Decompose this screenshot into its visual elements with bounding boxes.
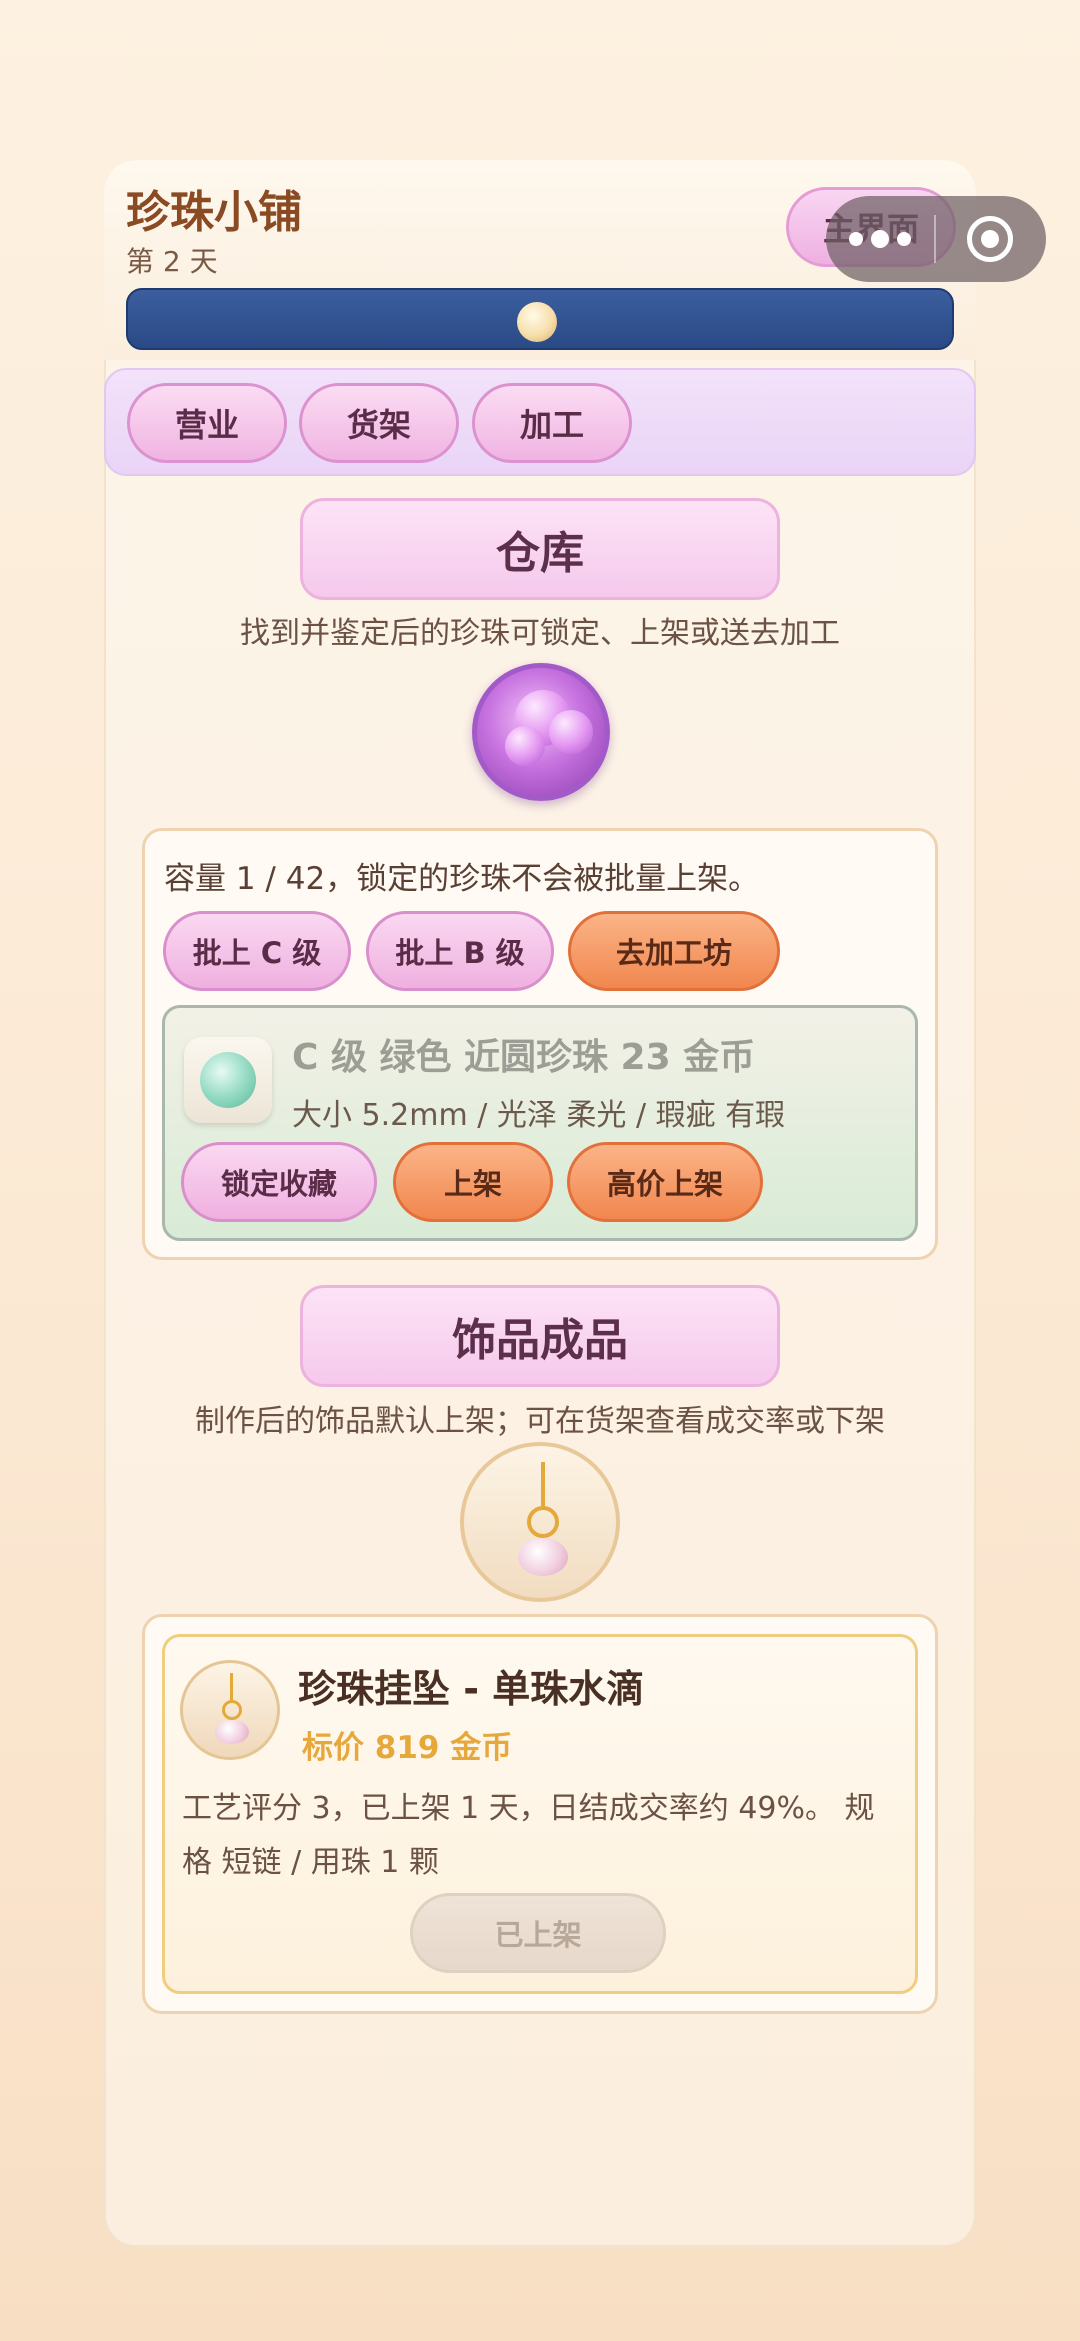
pendant-icon (460, 1442, 620, 1602)
green-pearl-icon (184, 1037, 272, 1123)
progress-pearl-icon (517, 302, 557, 342)
tab-business[interactable]: 营业 (127, 383, 287, 463)
product-description: 工艺评分 3，已上架 1 天，日结成交率约 49%。 规格 短链 / 用珠 1 … (182, 1791, 875, 1880)
list-on-shelf-button[interactable]: 上架 (393, 1142, 553, 1222)
lock-favorite-button[interactable]: 锁定收藏 (181, 1142, 377, 1222)
shop-title: 珍珠小铺 (126, 187, 302, 238)
bulk-list-b-button[interactable]: 批上 B 级 (366, 911, 554, 991)
pearl-name: C 级 绿色 近圆珍珠 23 金币 (292, 1037, 756, 1078)
tab-processing[interactable]: 加工 (472, 383, 632, 463)
warehouse-description: 找到并鉴定后的珍珠可锁定、上架或送去加工 (240, 616, 840, 651)
more-dots-icon[interactable] (826, 196, 934, 282)
go-workshop-button[interactable]: 去加工坊 (568, 911, 780, 991)
day-progress-bar (126, 288, 954, 350)
target-close-icon[interactable] (936, 196, 1044, 282)
product-price: 标价 819 金币 (302, 1730, 513, 1766)
accessories-title-button[interactable]: 饰品成品 (300, 1285, 780, 1387)
pearl-spec: 大小 5.2mm / 光泽 柔光 / 瑕疵 有瑕 (292, 1098, 786, 1133)
day-label: 第 2 天 (126, 245, 218, 278)
pendant-thumbnail-icon (180, 1660, 280, 1760)
premium-list-button[interactable]: 高价上架 (567, 1142, 763, 1222)
mini-program-capsule (826, 196, 1046, 282)
accessories-description: 制作后的饰品默认上架；可在货架查看成交率或下架 (195, 1404, 885, 1439)
tab-shelf[interactable]: 货架 (299, 383, 459, 463)
capacity-text: 容量 1 / 42，锁定的珍珠不会被批量上架。 (164, 861, 760, 897)
purple-pearls-emblem-icon (472, 663, 610, 801)
listed-status-button[interactable]: 已上架 (410, 1893, 666, 1973)
warehouse-title-button[interactable]: 仓库 (300, 498, 780, 600)
bulk-list-c-button[interactable]: 批上 C 级 (163, 911, 351, 991)
product-name: 珍珠挂坠 - 单珠水滴 (298, 1667, 645, 1711)
